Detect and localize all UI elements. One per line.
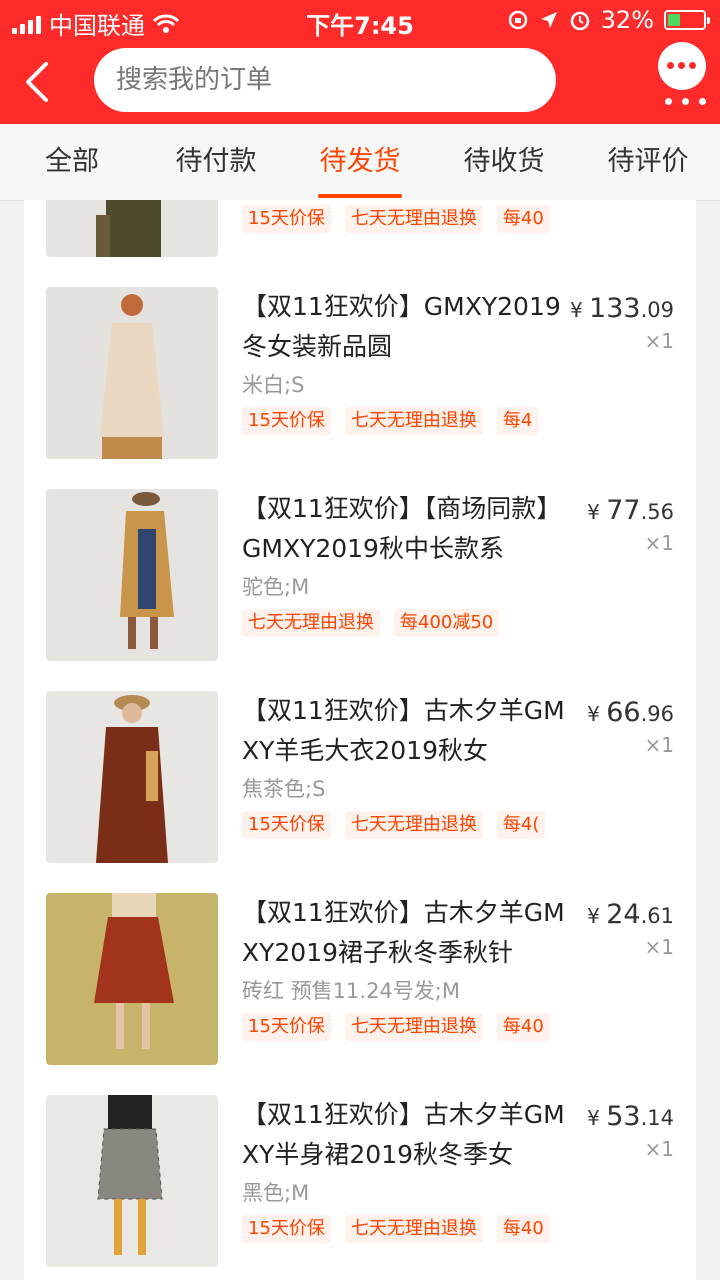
order-item[interactable]: 15天价保 七天无理由退换 每40 (24, 200, 696, 287)
product-image[interactable] (46, 200, 218, 257)
product-spec: 米白;S (242, 373, 305, 397)
product-spec: 驼色;M (242, 575, 310, 599)
product-price: ¥ 66.96 (587, 697, 674, 728)
tag-price-protection: 15天价保 (242, 205, 331, 233)
more-indicator-dots (665, 98, 706, 105)
tag-free-return: 七天无理由退换 (344, 1215, 483, 1243)
status-bar: 中国联通 下午7:45 32% (0, 0, 720, 40)
tab-pending-receipt[interactable]: 待收货 (432, 124, 576, 200)
product-price: ¥ 133.09 (569, 293, 674, 324)
battery-icon (664, 10, 710, 30)
product-quantity: ×1 (644, 1137, 674, 1161)
product-title[interactable]: 【双11狂欢价】古木夕羊GMXY羊毛大衣2019秋女 (242, 691, 572, 771)
order-item[interactable]: 【双11狂欢价】古木夕羊GMXY羊毛大衣2019秋女 焦茶色;S 15天价保 七天… (24, 691, 696, 893)
order-tabs: 全部 待付款 待发货 待收货 待评价 (0, 124, 720, 201)
service-tags: 15天价保 七天无理由退换 每40 (242, 1215, 562, 1243)
product-image[interactable] (46, 893, 218, 1065)
tab-pending-shipment[interactable]: 待发货 (288, 124, 432, 200)
more-options-icon[interactable] (658, 42, 706, 90)
tag-free-return: 七天无理由退换 (344, 407, 483, 435)
product-image[interactable] (46, 691, 218, 863)
tag-discount: 每40 (496, 1215, 550, 1243)
tag-free-return: 七天无理由退换 (344, 1013, 483, 1041)
tag-price-protection: 15天价保 (242, 1013, 331, 1041)
tag-discount: 每40 (496, 1013, 550, 1041)
alarm-icon (570, 11, 589, 31)
product-spec: 黑色;M (242, 1181, 310, 1205)
product-quantity: ×1 (644, 935, 674, 959)
rotation-lock-icon (508, 10, 527, 30)
tag-free-return: 七天无理由退换 (242, 609, 380, 637)
header: 搜索我的订单 (0, 40, 720, 124)
service-tags: 15天价保 七天无理由退换 每40 (242, 1013, 562, 1041)
tab-all[interactable]: 全部 (0, 124, 144, 200)
service-tags: 15天价保 七天无理由退换 每40 (242, 205, 562, 233)
tag-discount: 每40 (496, 205, 550, 233)
tab-pending-payment[interactable]: 待付款 (144, 124, 288, 200)
product-title[interactable]: 【双11狂欢价】古木夕羊GMXY2019裙子秋冬季秋针 (242, 893, 572, 973)
product-title[interactable]: 【双11狂欢价】GMXY2019冬女装新品圆 (242, 287, 572, 367)
search-placeholder: 搜索我的订单 (116, 65, 273, 95)
back-arrow-icon[interactable] (18, 58, 58, 106)
product-price: ¥ 77.56 (587, 495, 674, 526)
location-icon (540, 12, 557, 28)
order-item[interactable]: 【双11狂欢价】古木夕羊GMXY半身裙2019秋冬季女 黑色;M 15天价保 七天… (24, 1095, 696, 1280)
product-title[interactable]: 【双11狂欢价】【商场同款】GMXY2019秋中长款系 (242, 489, 572, 569)
service-tags: 15天价保 七天无理由退换 每4 (242, 407, 562, 435)
tag-discount: 每4( (496, 811, 546, 839)
product-price: ¥ 24.61 (587, 899, 674, 930)
order-item-list: 15天价保 七天无理由退换 每40 【双11狂欢价】GMXY2019冬女装新品圆 米… (24, 200, 696, 1280)
product-spec: 砖红 预售11.24号发;M (242, 979, 460, 1003)
tag-price-protection: 15天价保 (242, 407, 331, 435)
product-image[interactable] (46, 489, 218, 661)
tag-price-protection: 15天价保 (242, 1215, 331, 1243)
service-tags: 15天价保 七天无理由退换 每4( (242, 811, 562, 839)
product-price: ¥ 53.14 (587, 1101, 674, 1132)
order-item[interactable]: 【双11狂欢价】古木夕羊GMXY2019裙子秋冬季秋针 砖红 预售11.24号发… (24, 893, 696, 1095)
product-quantity: ×1 (644, 329, 674, 353)
product-quantity: ×1 (644, 733, 674, 757)
order-item[interactable]: 【双11狂欢价】GMXY2019冬女装新品圆 米白;S 15天价保 七天无理由退换… (24, 287, 696, 489)
product-spec: 焦茶色;S (242, 777, 326, 801)
battery-percent: 32% (600, 6, 654, 34)
product-image[interactable] (46, 1095, 218, 1267)
tab-pending-review[interactable]: 待评价 (576, 124, 720, 200)
tag-discount: 每400减50 (394, 609, 500, 637)
product-title[interactable]: 【双11狂欢价】古木夕羊GMXY半身裙2019秋冬季女 (242, 1095, 572, 1175)
product-quantity: ×1 (644, 531, 674, 555)
tag-free-return: 七天无理由退换 (344, 811, 483, 839)
tag-discount: 每4 (496, 407, 539, 435)
product-image[interactable] (46, 287, 218, 459)
active-tab-indicator (318, 194, 402, 198)
tag-free-return: 七天无理由退换 (344, 205, 483, 233)
search-input[interactable]: 搜索我的订单 (94, 48, 556, 112)
order-item[interactable]: 【双11狂欢价】【商场同款】GMXY2019秋中长款系 驼色;M 七天无理由退换… (24, 489, 696, 691)
service-tags: 七天无理由退换 每400减50 (242, 609, 562, 637)
tag-price-protection: 15天价保 (242, 811, 331, 839)
